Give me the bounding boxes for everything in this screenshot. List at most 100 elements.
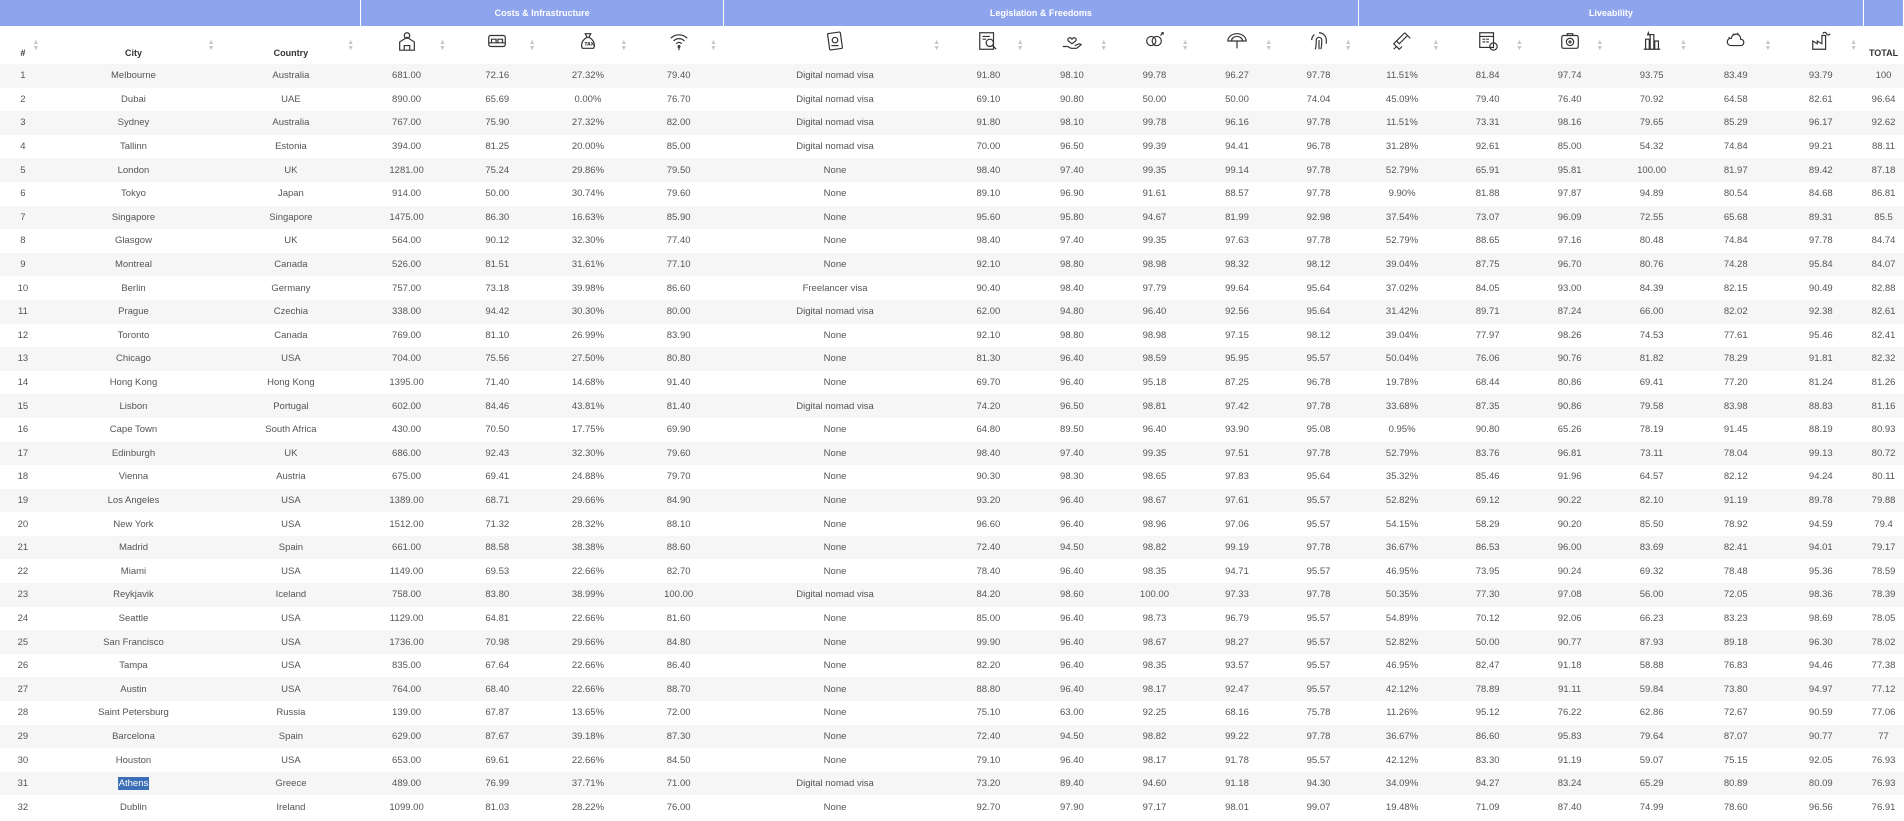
sort-arrows-icon[interactable]: ▲ ▼ [438,39,446,52]
table-row[interactable]: 8 Glasgow UK 564.00 90.12 32.30% 77.40 None 98.4… [0,229,1904,253]
cell-text-m16: 95.36 [1808,565,1833,577]
table-row[interactable]: 7 Singapore Singapore 1475.00 86.30 16.63% 85.… [0,205,1904,230]
sort-arrows-icon[interactable]: ▲ ▼ [933,39,941,52]
cell-text-m3: 26.99% [571,329,605,341]
column-header-metric-13[interactable]: ▲ ▼ [1529,26,1610,64]
column-header-metric-9[interactable]: ▲ ▼ [1195,26,1279,64]
cell-city: Tampa [45,653,222,678]
sort-arrows-icon[interactable]: ▲ ▼ [1181,39,1189,52]
cell-text-m6: 98.40 [976,164,1001,176]
table-row[interactable]: 32 Dublin Ireland 1099.00 81.03 28.22% 76.00 No… [0,795,1904,819]
table-row[interactable]: 12 Toronto Canada 769.00 81.10 26.99% 83.90 Non… [0,323,1904,348]
column-header-metric-2[interactable]: ▲ ▼ [452,26,543,64]
sort-arrows-icon[interactable]: ▲ ▼ [1100,39,1108,52]
column-header-metric-11[interactable]: ▲ ▼ [1358,26,1446,64]
cell-text-m14: 69.32 [1639,565,1664,577]
sort-arrows-icon[interactable]: ▲ ▼ [1515,39,1523,52]
cell-text-m7: 96.40 [1060,612,1084,624]
table-row[interactable]: 27 Austin USA 764.00 68.40 22.66% 88.70 None 88.… [0,677,1904,702]
cell-text-m11: 52.82% [1385,636,1419,648]
table-row[interactable]: 21 Madrid Spain 661.00 88.58 38.38% 88.60 None 7… [0,535,1904,560]
cell-text-m6: 75.10 [976,707,1001,719]
table-row[interactable]: 17 Edinburgh UK 686.00 92.43 32.30% 79.60 None 9… [0,441,1904,466]
cell-visa: Digital nomad visa [723,771,947,796]
cell-text-m12: 95.12 [1475,707,1500,719]
table-row[interactable]: 31 Athens Greece 489.00 76.99 37.71% 71.00 Digi… [0,771,1904,796]
cell-total: 88.11 [1863,134,1904,159]
cell-m3: 24.88% [542,465,634,489]
column-header-metric-4[interactable]: ▲ ▼ [633,26,724,64]
sort-arrows-icon[interactable]: ▲ ▼ [1432,39,1440,52]
sort-arrows-icon[interactable]: ▲ ▼ [1596,39,1604,52]
table-row[interactable]: 2 Dubai UAE 890.00 65.69 0.00% 76.70 Digital no… [0,87,1904,112]
cell-text-m8: 98.17 [1142,754,1167,766]
sort-arrows-icon[interactable]: ▲ ▼ [709,39,717,52]
sort-arrows-icon[interactable]: ▲ ▼ [1764,39,1772,52]
table-row[interactable]: 25 San Francisco USA 1736.00 70.98 29.66% 84.8… [0,630,1904,654]
cell-text-total: 78.02 [1871,636,1896,648]
cell-city: Austin [45,677,222,702]
table-row[interactable]: 6 Tokyo Japan 914.00 50.00 30.74% 79.60 None 89.… [0,181,1904,206]
column-header-metric-3[interactable]: TAX ▲ ▼ [542,26,634,64]
table-row[interactable]: 26 Tampa USA 835.00 67.64 22.66% 86.40 None 82.2… [0,653,1904,678]
table-row[interactable]: 3 Sydney Australia 767.00 75.90 27.32% 82.00 Di… [0,111,1904,135]
table-row[interactable]: 1 Melbourne Australia 681.00 72.16 27.32% 79.4… [0,64,1904,88]
column-header-metric-14[interactable]: ▲ ▼ [1609,26,1694,64]
table-row[interactable]: 13 Chicago USA 704.00 75.56 27.50% 80.80 None 81… [0,347,1904,371]
table-row[interactable]: 20 New York USA 1512.00 71.32 28.32% 88.10 None… [0,512,1904,536]
column-header-metric-6[interactable]: ▲ ▼ [946,26,1031,64]
sort-arrows-icon[interactable]: ▲ ▼ [32,39,40,52]
column-header-rank[interactable]: # ▲ ▼ [0,26,46,64]
column-header-total[interactable]: TOTAL [1863,26,1904,64]
cell-text-m3: 43.81% [571,400,605,412]
cell-text-m16: 89.42 [1808,164,1833,176]
cell-m8: 99.78 [1113,111,1196,135]
cell-m1: 1389.00 [360,488,453,513]
cell-m14: 80.76 [1609,252,1694,277]
table-row[interactable]: 16 Cape Town South Africa 430.00 70.50 17.75%… [0,417,1904,442]
table-row[interactable]: 15 Lisbon Portugal 602.00 84.46 43.81% 81.40 Di… [0,394,1904,418]
cell-m6: 88.80 [946,677,1031,702]
column-header-metric-8[interactable]: ▲ ▼ [1113,26,1196,64]
cell-text-total: 77.06 [1871,707,1896,719]
cell-text-m16: 93.79 [1808,70,1833,82]
column-header-metric-7[interactable]: ▲ ▼ [1030,26,1114,64]
sort-arrows-icon[interactable]: ▲ ▼ [1016,39,1024,52]
cell-text-m15: 82.02 [1723,306,1748,318]
sort-arrows-icon[interactable]: ▲ ▼ [1344,39,1352,52]
table-row[interactable]: 30 Houston USA 653.00 69.61 22.66% 84.50 None 79… [0,748,1904,772]
table-row[interactable]: 9 Montreal Canada 526.00 81.51 31.61% 77.10 Non… [0,252,1904,277]
column-header-country[interactable]: Country ▲ ▼ [221,26,361,64]
cell-text-m16: 97.78 [1808,235,1833,247]
table-row[interactable]: 18 Vienna Austria 675.00 69.41 24.88% 79.70 Non… [0,465,1904,489]
table-row[interactable]: 28 Saint Petersburg Russia 139.00 67.87 13.65… [0,701,1904,725]
table-row[interactable]: 29 Barcelona Spain 629.00 87.67 39.18% 87.30 No… [0,724,1904,749]
column-header-metric-1[interactable]: ▲ ▼ [360,26,453,64]
cell-m4: 69.90 [633,417,724,442]
sort-arrows-icon[interactable]: ▲ ▼ [528,39,536,52]
table-row[interactable]: 4 Tallinn Estonia 394.00 81.25 20.00% 85.00 Dig… [0,134,1904,159]
sort-arrows-icon[interactable]: ▲ ▼ [207,39,215,52]
column-header-metric-12[interactable]: ▲ ▼ [1445,26,1530,64]
table-row[interactable]: 22 Miami USA 1149.00 69.53 22.66% 82.70 None 78.… [0,559,1904,584]
table-row[interactable]: 11 Prague Czechia 338.00 94.42 30.30% 80.00 Dig… [0,299,1904,324]
table-row[interactable]: 23 Reykjavik Iceland 758.00 83.80 38.99% 100.0… [0,583,1904,607]
table-row[interactable]: 14 Hong Kong Hong Kong 1395.00 71.40 14.68% 91… [0,370,1904,395]
column-header-city[interactable]: City ▲ ▼ [45,26,222,64]
sort-arrows-icon[interactable]: ▲ ▼ [1679,39,1687,52]
table-row[interactable]: 10 Berlin Germany 757.00 73.18 39.98% 86.60 Fre… [0,276,1904,300]
column-header-metric-16[interactable]: ▲ ▼ [1778,26,1864,64]
table-row[interactable]: 5 London UK 1281.00 75.24 29.86% 79.50 None 98.4… [0,158,1904,182]
sort-arrows-icon[interactable]: ▲ ▼ [1850,39,1858,52]
cell-total: 87.18 [1863,158,1904,182]
column-header-metric-15[interactable]: ▲ ▼ [1693,26,1778,64]
column-header-metric-5[interactable]: ▲ ▼ [723,26,947,64]
sort-arrows-icon[interactable]: ▲ ▼ [347,39,355,52]
table-row[interactable]: 24 Seattle USA 1129.00 64.81 22.66% 81.60 None 8… [0,606,1904,631]
table-row[interactable]: 19 Los Angeles USA 1389.00 68.71 29.66% 84.90 N… [0,488,1904,513]
cell-m10: 96.78 [1278,370,1359,395]
cell-m4: 71.00 [633,771,724,796]
column-header-metric-10[interactable]: ▲ ▼ [1278,26,1359,64]
sort-arrows-icon[interactable]: ▲ ▼ [620,39,628,52]
sort-arrows-icon[interactable]: ▲ ▼ [1265,39,1273,52]
